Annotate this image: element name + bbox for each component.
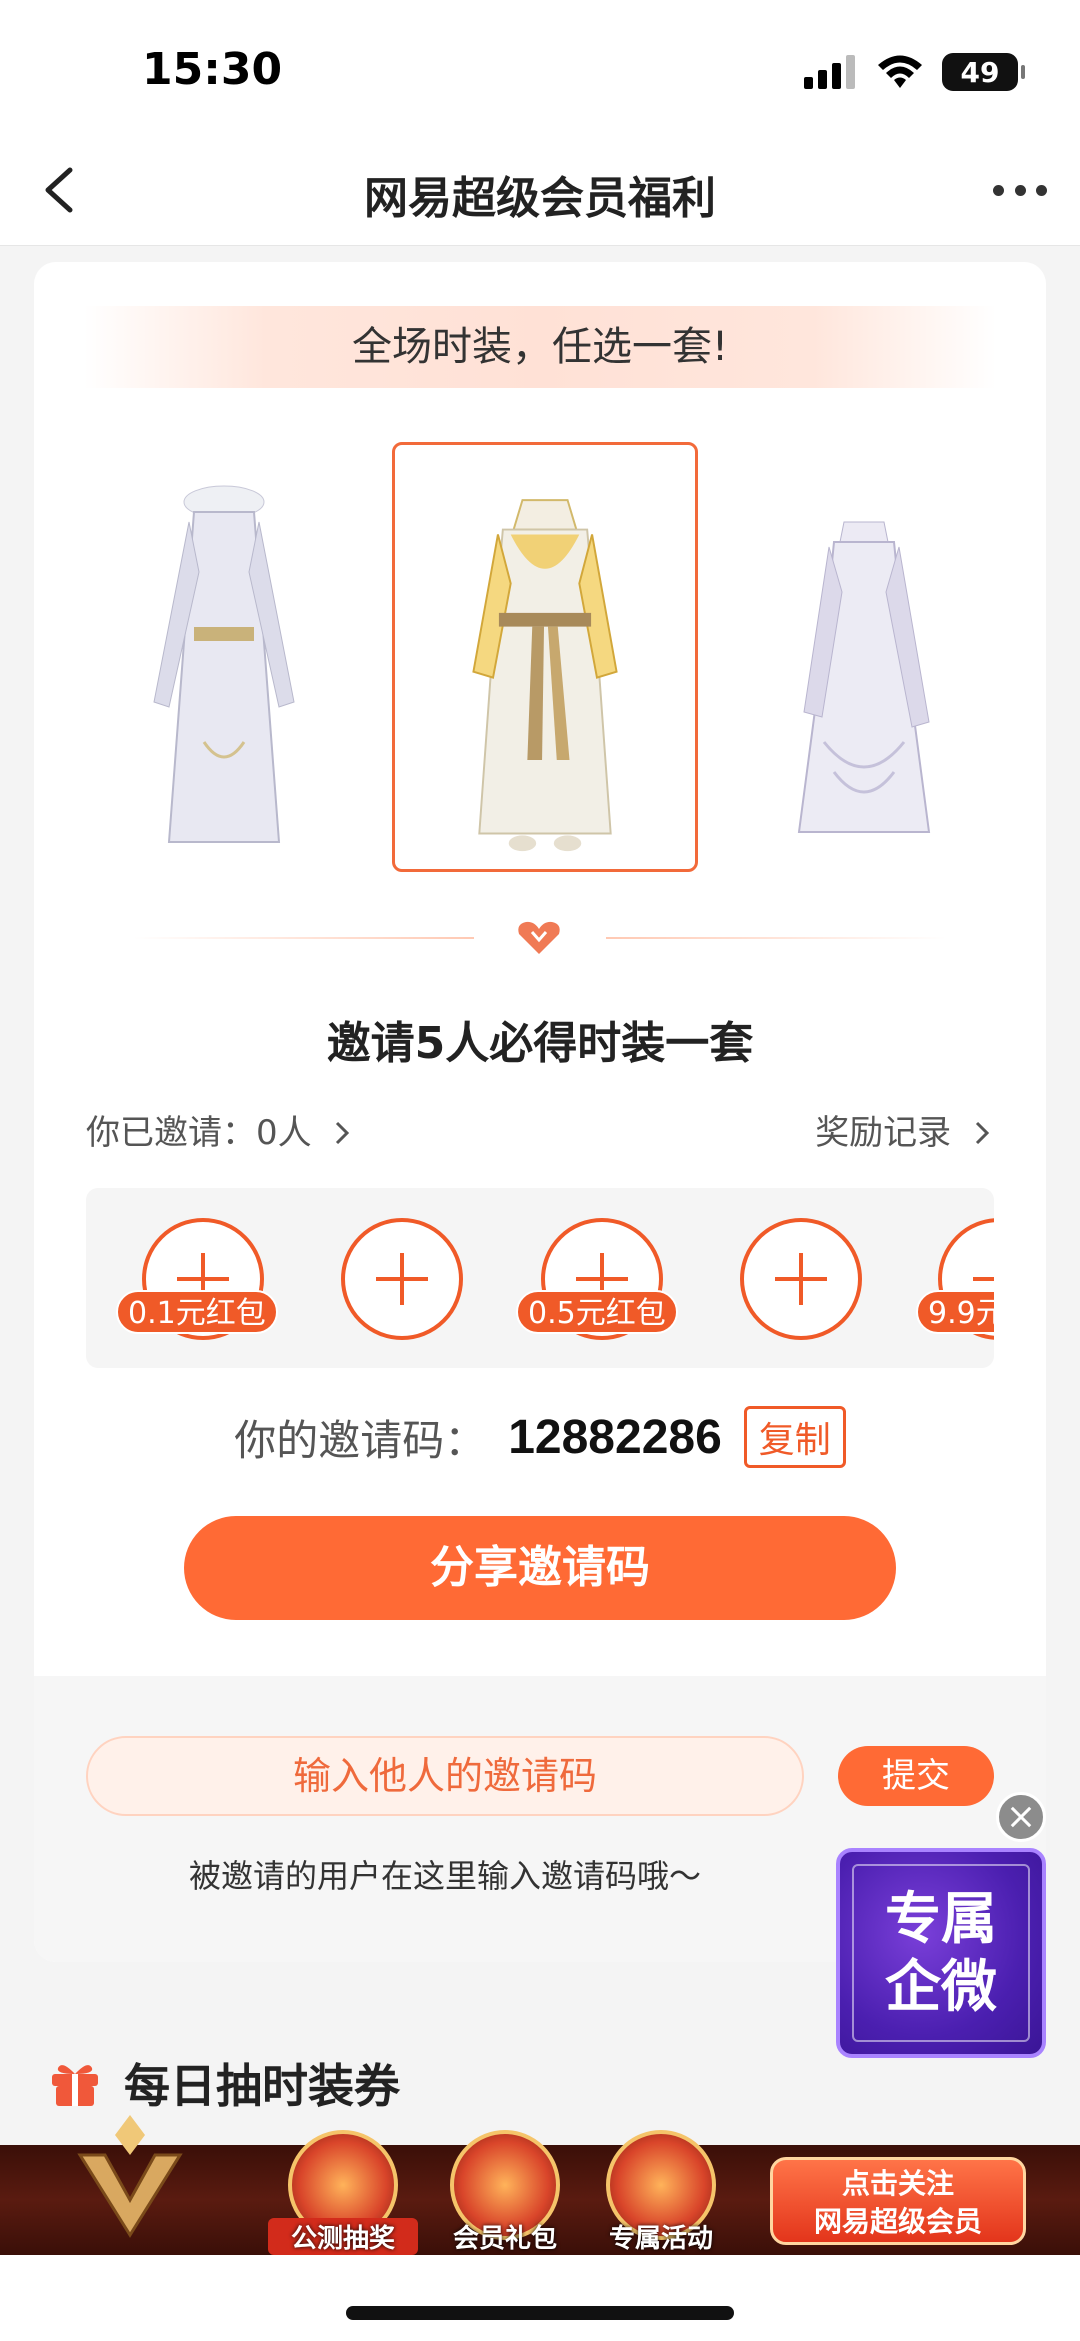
- lottery-entry[interactable]: 公测抽奖: [268, 2130, 418, 2255]
- copy-button[interactable]: 复制: [743, 1406, 846, 1468]
- enter-code-hint: 被邀请的用户在这里输入邀请码哦～: [188, 1857, 701, 1895]
- outfit-option-2-selected[interactable]: [392, 442, 698, 872]
- divider-left: [134, 937, 474, 939]
- gift-icon: [52, 2065, 98, 2106]
- float-widget-line2: 企微: [885, 1954, 997, 2020]
- page-title: 网易超级会员福利: [364, 173, 716, 224]
- follow-button[interactable]: 点击关注 网易超级会员: [770, 2157, 1026, 2245]
- close-icon[interactable]: [996, 1792, 1046, 1842]
- daily-title-text: 每日抽时装券: [124, 2059, 400, 2113]
- outfit-lavender-dress-icon: [797, 521, 931, 833]
- member-gift-entry[interactable]: 会员礼包: [440, 2130, 570, 2255]
- more-icon[interactable]: [990, 160, 1050, 220]
- invite-slot-2[interactable]: [341, 1218, 463, 1340]
- wecom-float-widget[interactable]: 专属 企微: [836, 1848, 1046, 2058]
- float-widget-line1: 专属: [885, 1886, 997, 1952]
- banner-text: 全场时装，任选一套!: [84, 306, 996, 388]
- reward-records-link[interactable]: 奖励记录: [815, 1105, 994, 1154]
- status-bar: 15:30 49: [0, 0, 1080, 140]
- daily-section-title: 每日抽时装券: [48, 2050, 400, 2116]
- battery-icon: 49: [942, 53, 1025, 91]
- submit-button[interactable]: 提交: [838, 1746, 994, 1806]
- nav-bar: 网易超级会员福利: [0, 140, 1080, 246]
- invited-count[interactable]: 你已邀请：0人: [86, 1105, 354, 1154]
- outfit-gold-robe-icon: [472, 499, 618, 852]
- invite-code-input[interactable]: 输入他人的邀请码: [86, 1736, 804, 1816]
- slot-reward-tag: 9.9元: [916, 1290, 994, 1334]
- signal-icon: [804, 55, 855, 89]
- invite-slot-4[interactable]: [740, 1218, 862, 1340]
- bottom-promo-banner[interactable]: 公测抽奖 会员礼包 专属活动 点击关注 网易超级会员: [0, 2115, 1080, 2255]
- chevron-right-icon: [975, 1121, 990, 1145]
- bottom-safe-area: [0, 2255, 1080, 2341]
- slot-reward-tag: 0.1元红包: [116, 1290, 278, 1334]
- share-invite-code-button[interactable]: 分享邀请码: [184, 1516, 896, 1620]
- wifi-icon: [878, 55, 922, 88]
- heart-divider-icon: [518, 921, 560, 954]
- outfit-white-robe-icon: [153, 485, 295, 843]
- vip-logo-icon: [77, 2115, 183, 2238]
- chevron-right-icon: [336, 1121, 350, 1145]
- invite-code-value: 12882286: [508, 1410, 722, 1464]
- slot-reward-tag: 0.5元红包: [516, 1290, 678, 1334]
- invite-card: 全场时装，任选一套! 邀请5人必得时装一套 你已邀请：0人 奖励记录 0.1元红…: [34, 262, 1046, 1962]
- status-time: 15:30: [142, 44, 283, 95]
- outfit-option-3[interactable]: [764, 442, 964, 872]
- exclusive-activity-entry[interactable]: 专属活动: [596, 2130, 726, 2255]
- divider-right: [606, 937, 946, 939]
- outfit-option-1[interactable]: [124, 442, 324, 872]
- invite-code-label: 你的邀请码：: [234, 1415, 487, 1465]
- status-icons: 49: [804, 52, 1025, 92]
- home-indicator[interactable]: [346, 2306, 734, 2320]
- invite-title: 邀请5人必得时装一套: [326, 1018, 754, 1069]
- invite-slots: 0.1元红包 0.5元红包 9.9元: [86, 1188, 994, 1368]
- invite-code-row: 你的邀请码： 12882286 复制: [34, 1402, 1046, 1472]
